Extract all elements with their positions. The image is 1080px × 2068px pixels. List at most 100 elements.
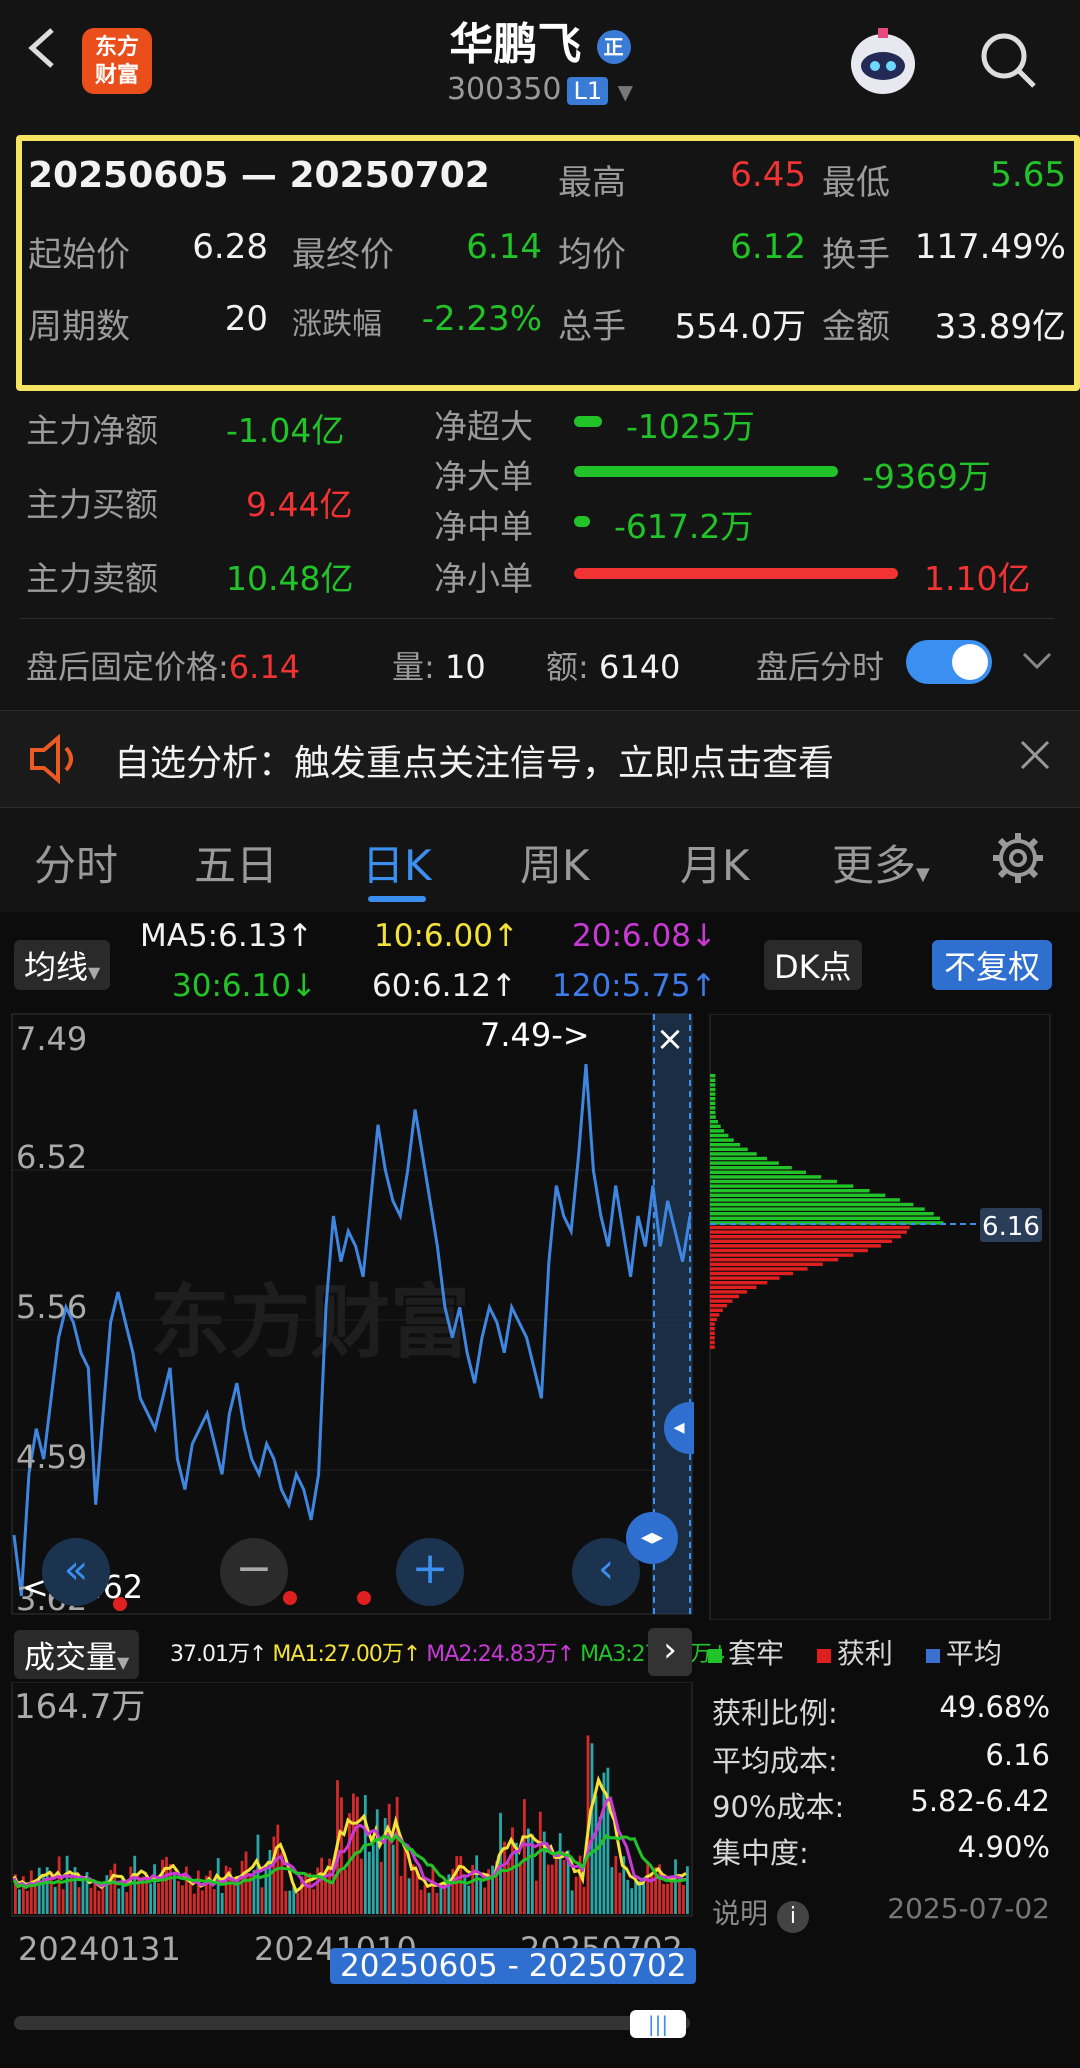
zoom-out-icon[interactable]: − <box>220 1538 288 1606</box>
chip-bar <box>710 1083 716 1087</box>
volume-bar <box>570 1890 574 1914</box>
cost90-value: 5.82-6.42 <box>910 1784 1050 1818</box>
chip-bar <box>710 1345 715 1349</box>
change-label: 涨跌幅 <box>292 307 382 342</box>
scroll-left-fast-icon[interactable]: « <box>42 1538 110 1606</box>
chip-bar <box>710 1115 716 1119</box>
zoom-in-icon[interactable]: + <box>396 1538 464 1606</box>
after-hours-amount: 额: 6140 <box>546 648 681 686</box>
ma-selector[interactable]: 均线▼ <box>14 940 111 990</box>
search-icon[interactable] <box>978 30 1038 90</box>
volume-bar <box>196 1870 200 1914</box>
volume-bar <box>371 1844 375 1914</box>
volume-bar <box>574 1876 578 1914</box>
close-icon[interactable] <box>1018 738 1052 776</box>
volume-bar <box>161 1859 164 1914</box>
volume-bar <box>562 1859 566 1914</box>
open-label: 起始价 <box>28 235 130 275</box>
range-summary: 20250605 — 20250702 最高 6.45 最低 5.65 起始价 … <box>16 135 1080 391</box>
main-buy-value: 9.44亿 <box>246 485 353 524</box>
volume-bar <box>594 1795 598 1914</box>
chip-bar <box>710 1078 716 1082</box>
volume-bar <box>129 1866 133 1914</box>
volume-bar <box>77 1887 81 1914</box>
chip-bar <box>710 1230 907 1234</box>
chevron-down-icon[interactable] <box>1020 648 1054 678</box>
volume-bar <box>37 1867 41 1914</box>
volume-legend: 37.01万↑ MA1:27.00万↑ MA2:24.83万↑ MA3:27.7… <box>170 1642 729 1667</box>
volume-selector[interactable]: 成交量▼ <box>14 1630 140 1679</box>
chevron-down-icon[interactable]: ▼ <box>618 80 633 104</box>
volume-bar <box>499 1812 502 1914</box>
volume-bar <box>519 1861 522 1914</box>
selection-range-label: 20250605 - 20250702 <box>330 1948 697 1984</box>
chip-bar <box>710 1147 748 1151</box>
volume-bar <box>320 1857 323 1914</box>
concentration-value: 4.90% <box>957 1830 1050 1864</box>
after-hours-toggle[interactable] <box>906 640 992 684</box>
chip-bar <box>710 1189 870 1193</box>
chevron-right-icon[interactable]: › <box>648 1628 692 1676</box>
volume-bar <box>117 1888 121 1914</box>
price-line-chart[interactable]: 东方财富 7.496.525.564.593.62 7.49-> <--3.62… <box>0 1010 700 1620</box>
chip-bar <box>710 1129 725 1133</box>
xl-order-label: 净超大 <box>434 407 533 446</box>
tab-more[interactable]: 更多▼ <box>832 832 930 893</box>
watermark: 东方财富 <box>150 1276 470 1369</box>
chip-distribution-chart: 6.16 <box>709 1014 1051 1620</box>
volume-bar <box>177 1881 180 1914</box>
chip-bar <box>710 1097 716 1101</box>
volume-bar <box>606 1767 610 1914</box>
chip-bar <box>710 1179 838 1184</box>
volume-bar <box>443 1884 447 1914</box>
turnover-value: 117.49% <box>914 227 1066 267</box>
volume-bar <box>666 1883 669 1914</box>
timeline-scrollbar[interactable] <box>14 2016 690 2030</box>
range-drag-handle-icon[interactable]: ◂▸ <box>626 1512 678 1564</box>
tab-monthly-k[interactable]: 月K <box>680 832 750 893</box>
volume-bar <box>590 1743 594 1914</box>
scrollbar-thumb[interactable]: ||| <box>630 2010 686 2038</box>
volume-bar <box>312 1889 316 1914</box>
avg-value: 6.12 <box>730 227 806 267</box>
notice-text[interactable]: 自选分析：触发重点关注信号，立即点击查看 <box>114 734 834 786</box>
volume-bar <box>674 1859 677 1914</box>
dk-point-button[interactable]: DK点 <box>764 940 862 990</box>
volume-bar <box>455 1856 459 1914</box>
volume-bar-chart[interactable]: 164.7万 <box>0 1682 700 1932</box>
volume-bar <box>25 1890 29 1914</box>
note-link[interactable]: 说明 i <box>712 1892 809 1933</box>
gear-icon[interactable] <box>990 830 1046 890</box>
volume-bar <box>503 1841 506 1914</box>
ma30-value: 30:6.10↓ <box>172 968 317 1004</box>
high-value: 6.45 <box>730 155 806 195</box>
volume-bar <box>244 1851 248 1914</box>
tab-weekly-k[interactable]: 周K <box>520 832 590 893</box>
info-icon[interactable]: i <box>776 1901 809 1933</box>
tab-five-day[interactable]: 五日 <box>194 832 278 893</box>
robot-avatar-icon[interactable] <box>842 24 924 100</box>
volume-bar <box>153 1864 156 1914</box>
volume-bar <box>554 1856 558 1914</box>
chip-bar <box>710 1087 716 1092</box>
m-order-label: 净中单 <box>434 507 533 546</box>
volume-bar <box>29 1870 33 1914</box>
tab-daily-k[interactable]: 日K <box>362 832 432 893</box>
no-adjust-button[interactable]: 不复权 <box>932 940 1053 990</box>
volume-bar <box>169 1864 172 1914</box>
main-net-label: 主力净额 <box>26 411 158 450</box>
chip-bar <box>710 1133 729 1138</box>
chip-bar <box>710 1235 901 1239</box>
ma120-value: 120:5.75↑ <box>552 968 717 1004</box>
volume-bar <box>618 1872 622 1914</box>
volume-value: 554.0万 <box>674 307 806 347</box>
volume-bar <box>522 1799 526 1914</box>
close-value: 6.14 <box>466 227 542 267</box>
volume-bar <box>363 1795 367 1914</box>
periods-value: 20 <box>224 299 268 339</box>
volume-bar <box>407 1878 411 1914</box>
chip-bar <box>710 1281 768 1285</box>
tab-intraday[interactable]: 分时 <box>34 832 118 893</box>
cost90-label: 90%成本: <box>712 1790 845 1824</box>
high-label: 最高 <box>558 163 626 203</box>
